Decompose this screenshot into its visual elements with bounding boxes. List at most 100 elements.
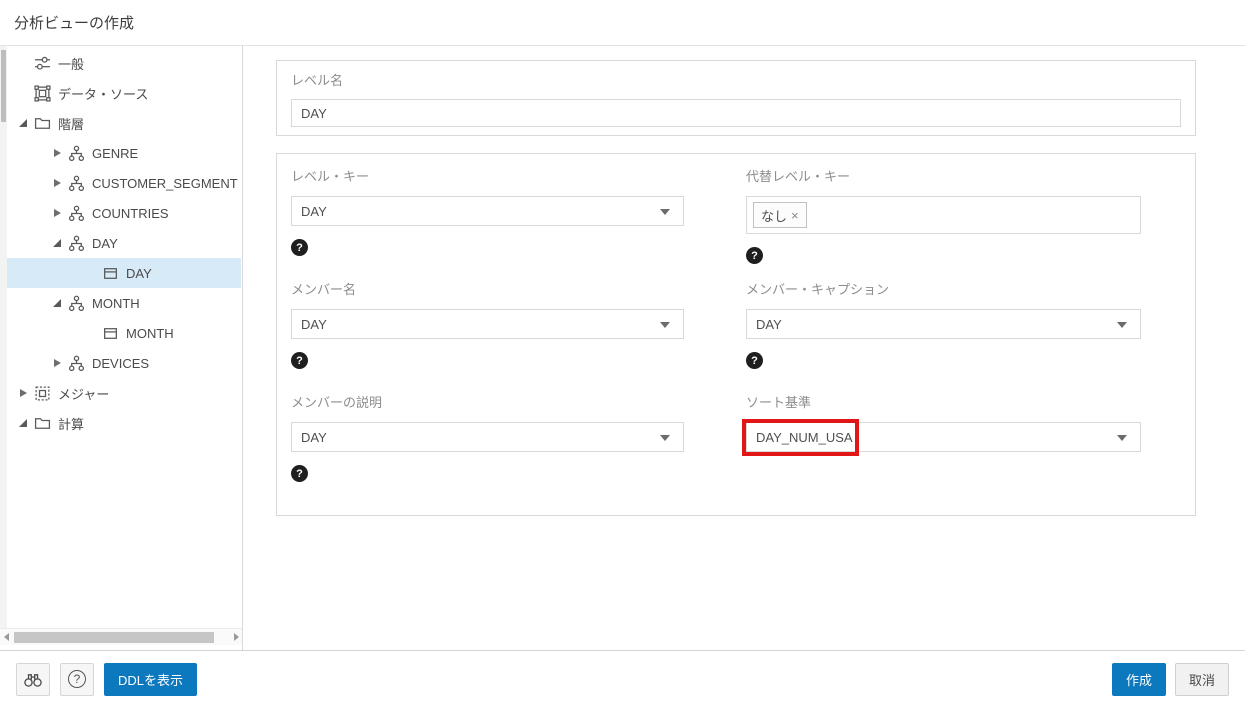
binoculars-icon xyxy=(23,671,43,688)
select-value: DAY xyxy=(301,204,327,219)
sidebar-item-customer-segment[interactable]: CUSTOMER_SEGMENT xyxy=(7,168,241,198)
tree-item-label: DEVICES xyxy=(92,356,149,371)
scrollbar-thumb[interactable] xyxy=(1,50,6,122)
sidebar-item-measures[interactable]: メジャー xyxy=(7,378,241,408)
chevron-down-icon xyxy=(1117,435,1127,441)
create-button[interactable]: 作成 xyxy=(1112,663,1166,696)
help-icon[interactable]: ? xyxy=(291,239,308,256)
tree-item-label: メジャー xyxy=(58,384,109,403)
sidebar-item-calculations[interactable]: 計算 xyxy=(7,408,241,438)
tree-item-label: DAY xyxy=(126,266,152,281)
data-source-icon xyxy=(34,85,51,102)
sidebar-item-month-level[interactable]: MONTH xyxy=(7,318,241,348)
tree-item-label: 階層 xyxy=(58,114,84,133)
field-level-key: レベル・キー DAY ? xyxy=(291,169,684,256)
tree-item-label: 計算 xyxy=(58,414,84,433)
field-member-description: メンバーの説明 DAY ? xyxy=(291,395,684,482)
help-icon[interactable]: ? xyxy=(291,352,308,369)
collapsed-icon[interactable] xyxy=(51,207,63,219)
cancel-button[interactable]: 取消 xyxy=(1175,663,1229,696)
collapsed-icon[interactable] xyxy=(51,147,63,159)
sidebar-item-countries[interactable]: COUNTRIES xyxy=(7,198,241,228)
tree-item-label: 一般 xyxy=(58,54,84,73)
chip-label: なし xyxy=(761,206,787,225)
level-name-panel: レベル名 DAY xyxy=(276,60,1196,136)
help-icon[interactable]: ? xyxy=(746,352,763,369)
dialog-footer: ? DDLを表示 作成 取消 xyxy=(0,650,1245,707)
member-caption-label: メンバー・キャプション xyxy=(746,282,1141,298)
expanded-icon[interactable] xyxy=(51,297,63,309)
sidebar-vertical-scrollbar[interactable] xyxy=(0,46,7,628)
level-key-select[interactable]: DAY xyxy=(291,196,684,226)
collapsed-icon[interactable] xyxy=(51,357,63,369)
hierarchy-icon xyxy=(68,175,85,192)
alt-level-key-input[interactable]: なし × xyxy=(746,196,1141,234)
show-ddl-button[interactable]: DDLを表示 xyxy=(104,663,197,696)
navigation-tree: 一般 データ・ソース xyxy=(7,48,241,438)
member-description-select[interactable]: DAY xyxy=(291,422,684,452)
level-icon xyxy=(102,265,119,282)
sidebar-item-general[interactable]: 一般 xyxy=(7,48,241,78)
sidebar-item-devices[interactable]: DEVICES xyxy=(7,348,241,378)
remove-chip-icon[interactable]: × xyxy=(791,208,799,223)
scroll-right-arrow-icon[interactable] xyxy=(230,629,242,646)
sidebar-item-hierarchies[interactable]: 階層 xyxy=(7,108,241,138)
hierarchy-icon xyxy=(68,145,85,162)
sidebar-item-month-hierarchy[interactable]: MONTH xyxy=(7,288,241,318)
member-name-label: メンバー名 xyxy=(291,282,684,298)
member-caption-select[interactable]: DAY xyxy=(746,309,1141,339)
tree-item-label: DAY xyxy=(92,236,118,251)
sidebar-item-data-sources[interactable]: データ・ソース xyxy=(7,78,241,108)
hierarchy-icon xyxy=(68,355,85,372)
sidebar-item-day-level-selected[interactable]: DAY xyxy=(7,258,241,288)
level-name-value: DAY xyxy=(301,106,327,121)
measures-icon xyxy=(34,385,51,402)
select-value: DAY xyxy=(301,317,327,332)
help-circle-icon: ? xyxy=(68,670,86,688)
sidebar-horizontal-scrollbar[interactable] xyxy=(0,628,242,645)
select-value: DAY_NUM_USA xyxy=(756,430,853,445)
collapsed-icon[interactable] xyxy=(51,177,63,189)
level-name-input[interactable]: DAY xyxy=(291,99,1181,127)
collapsed-icon[interactable] xyxy=(17,387,29,399)
field-sort-by: ソート基準 DAY_NUM_USA xyxy=(746,395,1141,452)
level-icon xyxy=(102,325,119,342)
scroll-left-arrow-icon[interactable] xyxy=(0,629,12,646)
member-name-select[interactable]: DAY xyxy=(291,309,684,339)
scrollbar-track[interactable] xyxy=(14,632,228,643)
hierarchy-icon xyxy=(68,235,85,252)
expanded-icon[interactable] xyxy=(51,237,63,249)
sidebar-tree-panel: 一般 データ・ソース xyxy=(0,46,243,650)
sort-by-select[interactable]: DAY_NUM_USA xyxy=(746,422,1141,452)
level-properties-panel: レベル・キー DAY ? メンバー名 DAY ? xyxy=(276,153,1196,516)
help-icon[interactable]: ? xyxy=(746,247,763,264)
sidebar-item-genre[interactable]: GENRE xyxy=(7,138,241,168)
chevron-down-icon xyxy=(1117,322,1127,328)
level-detail-pane: レベル名 DAY レベル・キー DAY ? メンバ xyxy=(244,46,1245,650)
dialog-header: 分析ビューの作成 xyxy=(0,0,1245,46)
find-button[interactable] xyxy=(16,663,50,696)
sidebar-item-day-hierarchy[interactable]: DAY xyxy=(7,228,241,258)
chevron-down-icon xyxy=(660,209,670,215)
expanded-icon[interactable] xyxy=(17,417,29,429)
help-icon[interactable]: ? xyxy=(291,465,308,482)
chevron-down-icon xyxy=(660,322,670,328)
tree-item-label: GENRE xyxy=(92,146,138,161)
tree-item-label: データ・ソース xyxy=(58,84,148,103)
tree-item-label: MONTH xyxy=(92,296,140,311)
help-button[interactable]: ? xyxy=(60,663,94,696)
tree-item-label: MONTH xyxy=(126,326,174,341)
chevron-down-icon xyxy=(660,435,670,441)
expanded-icon[interactable] xyxy=(17,117,29,129)
alt-level-key-label: 代替レベル・キー xyxy=(746,169,1141,185)
scrollbar-thumb[interactable] xyxy=(14,632,214,643)
create-analysis-view-dialog: 分析ビューの作成 一般 xyxy=(0,0,1245,707)
select-value: DAY xyxy=(301,430,327,445)
folder-icon xyxy=(34,415,51,432)
selection-chip: なし × xyxy=(753,202,807,228)
field-member-name: メンバー名 DAY ? xyxy=(291,282,684,369)
level-key-label: レベル・キー xyxy=(291,169,684,185)
page-title: 分析ビューの作成 xyxy=(14,12,134,33)
sliders-icon xyxy=(34,55,51,72)
field-alt-level-key: 代替レベル・キー なし × ? xyxy=(746,169,1141,264)
